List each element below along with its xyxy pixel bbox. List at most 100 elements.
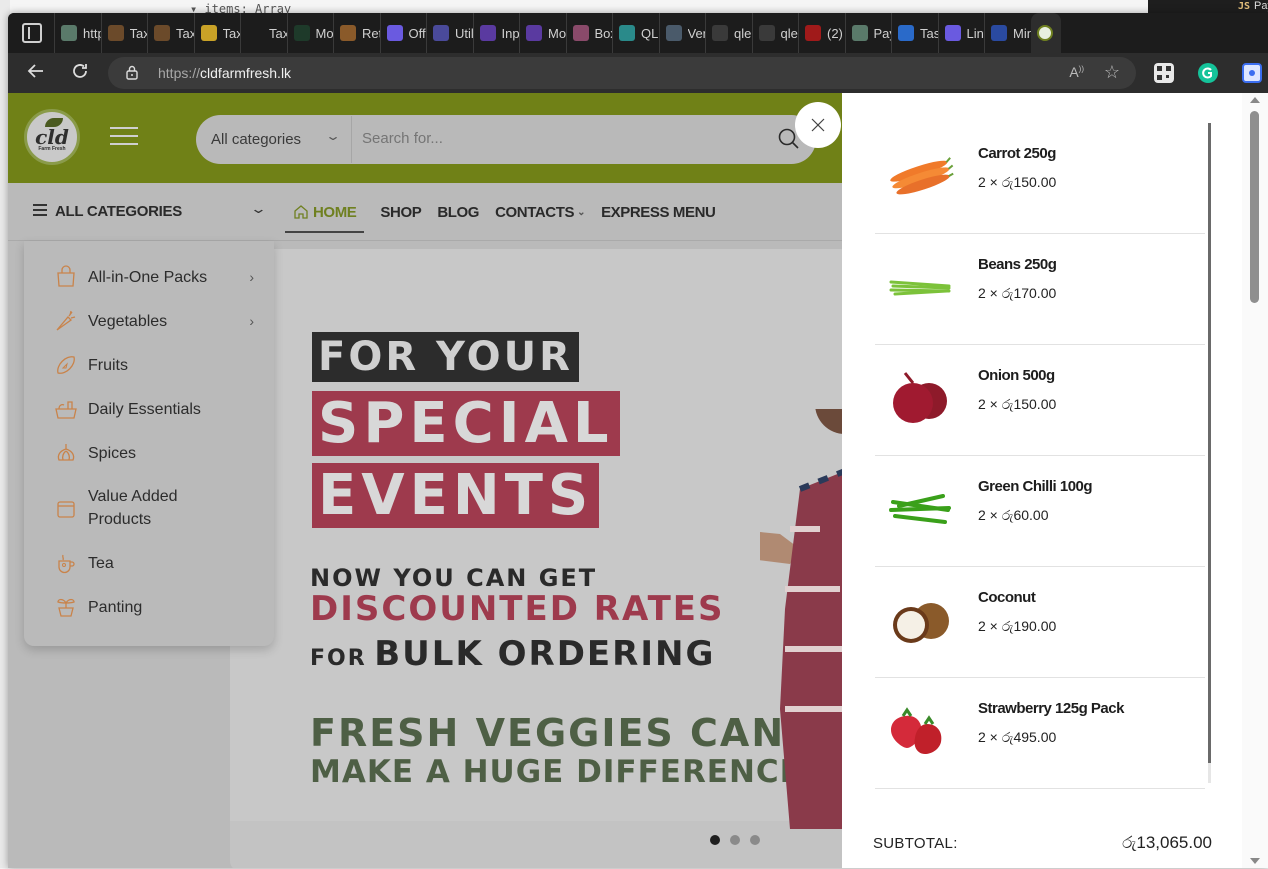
nav-item-blog[interactable]: BLOG	[437, 183, 479, 241]
browser-tab[interactable]: QLE	[612, 13, 659, 53]
taxi-icon	[154, 25, 170, 41]
cart-item-name[interactable]: Strawberry 125g Pack	[978, 700, 1124, 717]
scroll-down-icon[interactable]	[1250, 858, 1260, 864]
screen-capture-icon[interactable]	[1242, 63, 1262, 83]
browser-tab[interactable]: Task	[891, 13, 938, 53]
cart-item-name[interactable]: Coconut	[978, 589, 1036, 606]
browser-tab[interactable]: Taxi	[193, 13, 240, 53]
arrow-left-icon	[27, 64, 43, 78]
nav-item-home[interactable]: HOME	[285, 183, 365, 241]
tab-label: Min	[1013, 25, 1031, 41]
category-select[interactable]: All categories	[211, 131, 301, 148]
cart-item-quantity-price: 2 × රු60.00	[978, 507, 1049, 523]
category-item-daily-essentials[interactable]: Daily Essentials	[54, 397, 254, 421]
category-label: Fruits	[88, 356, 128, 374]
browser-tab[interactable]: Inpu	[472, 13, 519, 53]
qr-code-extension-icon[interactable]	[1154, 63, 1174, 83]
cart-item-quantity-price: 2 × රු150.00	[978, 174, 1057, 190]
browser-tab[interactable]: qlen	[751, 13, 798, 53]
browser-tab[interactable]: Reta	[333, 13, 380, 53]
category-item-all-in-one-packs[interactable]: All-in-One Packs ›	[54, 265, 254, 289]
browser-tab[interactable]: Box	[565, 13, 613, 53]
scrollbar-thumb[interactable]	[1250, 111, 1259, 303]
grammarly-icon[interactable]	[1198, 63, 1218, 83]
nav-item-shop[interactable]: SHOP	[380, 183, 421, 241]
tab-actions-icon[interactable]	[22, 23, 42, 43]
all-categories-toggle[interactable]: ALL CATEGORIES	[33, 203, 182, 220]
cart-item[interactable]: Onion 500g 2 × රු150.00	[875, 345, 1205, 456]
category-item-vegetables[interactable]: Vegetables ›	[54, 309, 254, 333]
shopping-bag-icon	[57, 265, 75, 287]
browser-tab[interactable]: Util	[426, 13, 473, 53]
cart-item[interactable]: Carrot 250g 2 × රු150.00	[875, 123, 1205, 234]
close-cart-button[interactable]	[795, 102, 841, 148]
category-item-value-added-products[interactable]: Value Added Products	[54, 485, 254, 531]
chevron-down-icon[interactable]: ⌄	[250, 201, 267, 217]
search-divider	[351, 116, 352, 163]
refresh-button[interactable]	[68, 61, 92, 85]
chatgpt-icon	[61, 25, 77, 41]
browser-tab[interactable]: Pay	[844, 13, 891, 53]
browser-tab[interactable]: Taxi	[240, 13, 287, 53]
cart-item-name[interactable]: Beans 250g	[978, 256, 1057, 273]
product-thumbnail-chilli[interactable]	[885, 480, 955, 536]
browser-tab[interactable]: https	[54, 13, 101, 53]
hamburger-menu-button[interactable]	[110, 127, 138, 147]
browser-tab[interactable]: (2) I	[798, 13, 845, 53]
add-favorite-icon[interactable]: ☆	[1104, 62, 1120, 83]
cart-item[interactable]: Beans 250g 2 × රු170.00	[875, 234, 1205, 345]
cart-item-name[interactable]: Green Chilli 100g	[978, 478, 1093, 495]
read-aloud-icon[interactable]: A))	[1069, 64, 1084, 80]
chevron-down-icon[interactable]: ⌄	[325, 129, 341, 143]
carousel-dot[interactable]	[730, 835, 740, 845]
banner-image: FOR YOUR SPECIAL EVENTS NOW YOU CAN GET …	[230, 249, 850, 829]
category-label: Value Added Products	[88, 488, 178, 528]
tab-active[interactable]	[1030, 13, 1061, 53]
cart-item-name[interactable]: Onion 500g	[978, 367, 1055, 384]
mindmap-icon	[991, 25, 1007, 41]
hero-banner[interactable]: FOR YOUR SPECIAL EVENTS NOW YOU CAN GET …	[230, 249, 850, 868]
cart-item[interactable]: Strawberry 125g Pack 2 × රු495.00	[875, 678, 1205, 789]
carousel-dot[interactable]	[710, 835, 720, 845]
product-thumbnail-coconut[interactable]	[885, 591, 955, 647]
category-item-panting[interactable]: Panting	[54, 595, 254, 619]
stripe-icon	[386, 25, 403, 41]
cart-item[interactable]: Coconut 2 × රු190.00	[875, 567, 1205, 678]
browser-tab[interactable]: Ven	[658, 13, 705, 53]
nav-item-express-menu[interactable]: EXPRESS MENU	[601, 183, 716, 241]
cart-item-name[interactable]: Carrot 250g	[978, 145, 1056, 162]
tab-label: Taxi	[269, 25, 287, 41]
site-logo[interactable]: cld Farm Fresh	[24, 109, 80, 165]
nav-item-contacts[interactable]: CONTACTS ⌄	[495, 183, 585, 241]
category-item-fruits[interactable]: Fruits	[54, 353, 254, 377]
tab-label: Task	[920, 25, 938, 41]
category-item-spices[interactable]: Spices	[54, 441, 254, 465]
lock-icon[interactable]	[126, 65, 138, 80]
cart-item[interactable]: Green Chilli 100g 2 × රු60.00	[875, 456, 1205, 567]
product-thumbnail-onion[interactable]	[885, 369, 955, 425]
browser-tab[interactable]: Min	[984, 13, 1031, 53]
browser-tab[interactable]: Mon	[286, 13, 333, 53]
browser-tab[interactable]: Taxi	[147, 13, 194, 53]
cart-scrollbar-thumb[interactable]	[1208, 123, 1211, 763]
scroll-up-icon[interactable]	[1250, 97, 1260, 103]
tab-label: Box	[594, 25, 613, 41]
page-scrollbar[interactable]	[1242, 93, 1268, 868]
url-field[interactable]: https://cldfarmfresh.lk A)) ☆	[108, 57, 1136, 89]
search-input[interactable]	[362, 130, 762, 147]
browser-tab[interactable]: Linc	[937, 13, 984, 53]
garlic-icon	[57, 444, 75, 461]
browser-tab[interactable]: Taxi	[100, 13, 147, 53]
cart-item-quantity-price: 2 × රු190.00	[978, 618, 1057, 634]
nav-item-label: HOME	[313, 203, 357, 221]
product-thumbnail-beans[interactable]	[885, 258, 955, 314]
browser-tab[interactable]: OffC	[379, 13, 426, 53]
category-item-tea[interactable]: Tea	[54, 551, 254, 575]
browser-tab[interactable]: Mod	[519, 13, 566, 53]
carousel-dot[interactable]	[750, 835, 760, 845]
browser-tab[interactable]: qlen	[705, 13, 752, 53]
back-button[interactable]	[24, 61, 48, 85]
product-thumbnail-strawberry[interactable]	[885, 702, 955, 758]
product-thumbnail-carrot[interactable]	[885, 147, 955, 203]
box-icon	[572, 25, 589, 41]
